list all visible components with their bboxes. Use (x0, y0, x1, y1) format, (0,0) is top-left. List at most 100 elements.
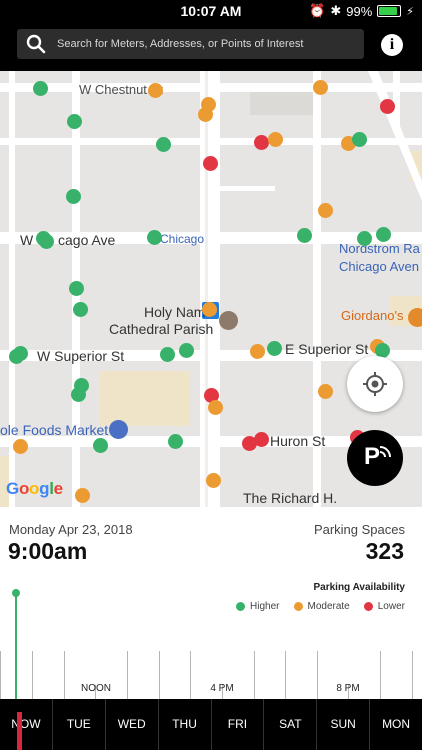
map-label-w-superior: W Superior St (37, 348, 125, 364)
meter-dot[interactable] (155, 136, 171, 152)
map-label-giordanos: Giordano's (341, 308, 404, 323)
map-label-e-superior: E Superior St (285, 341, 369, 357)
day-tab-mon[interactable]: MON (369, 699, 422, 750)
meter-dot[interactable] (12, 345, 28, 361)
parking-spaces-count: 323 (365, 538, 404, 564)
tick-label-noon: NOON (81, 683, 111, 694)
meter-dot[interactable] (70, 386, 86, 402)
map-label-chicago-station: Chicago (160, 232, 205, 246)
search-placeholder: Search for Meters, Addresses, or Points … (57, 38, 304, 50)
legend-higher-label: Higher (250, 601, 280, 612)
meter-dot[interactable] (38, 233, 54, 249)
day-tab-now[interactable]: NOW (0, 699, 52, 750)
day-tab-sat[interactable]: SAT (263, 699, 316, 750)
legend-lower: Lower (363, 601, 405, 612)
tick (0, 651, 1, 699)
map-label-nordstrom-b: Chicago Aven (339, 259, 419, 274)
legend-higher: Higher (236, 601, 280, 612)
meter-dot[interactable] (205, 472, 221, 488)
meter-dot[interactable] (74, 487, 90, 503)
locate-me-button[interactable] (347, 356, 403, 412)
meter-dot[interactable] (202, 155, 218, 171)
day-tab-wed[interactable]: WED (104, 699, 158, 750)
meter-dot[interactable] (201, 301, 217, 317)
legend-lower-label: Lower (377, 601, 405, 612)
google-logo: Google (6, 479, 63, 498)
selected-date: Monday Apr 23, 2018 (9, 522, 133, 537)
selected-time: 9:00am (8, 538, 88, 564)
meter-dot[interactable] (266, 340, 282, 356)
meter-dot[interactable] (379, 98, 395, 114)
crosshair-icon (363, 372, 387, 396)
meter-dot[interactable] (249, 343, 265, 359)
meter-dot[interactable] (65, 188, 81, 204)
status-icons: ⏰ ✱ 99% ⚡ (309, 3, 414, 19)
map-label-whole-foods: ole Foods Market (0, 422, 109, 438)
tick (254, 651, 255, 699)
availability-legend: Higher Moderate Lower (236, 601, 405, 612)
legend-moderate-dot (293, 602, 303, 611)
meter-dot[interactable] (159, 346, 175, 362)
battery-percent: 99% (346, 3, 373, 19)
tick-label-4pm: 4 PM (210, 683, 234, 694)
tick (190, 651, 191, 699)
legend-moderate: Moderate (293, 601, 350, 612)
parking-spaces-label: Parking Spaces (313, 522, 405, 537)
meter-dot[interactable] (32, 80, 48, 96)
meter-dot[interactable] (147, 82, 163, 98)
tick (412, 651, 413, 699)
meter-dot[interactable] (92, 437, 108, 453)
meter-dot[interactable] (351, 131, 367, 147)
meter-dot[interactable] (356, 230, 372, 246)
meter-dot[interactable] (167, 433, 183, 449)
time-indicator (15, 592, 17, 699)
meter-dot[interactable] (207, 399, 223, 415)
day-tab-tue[interactable]: TUE (51, 699, 105, 750)
map-label-holy-name-b: Cathedral Parish (109, 321, 214, 337)
alarm-icon: ⏰ (309, 3, 326, 18)
meter-dot[interactable] (12, 438, 28, 454)
day-tab-sun[interactable]: SUN (316, 699, 369, 750)
tick (64, 651, 65, 699)
restaurant-icon (408, 308, 422, 327)
availability-title: Parking Availability (313, 582, 405, 593)
tick-label-8pm: 8 PM (336, 683, 360, 694)
search-icon (26, 34, 46, 54)
tick (32, 651, 33, 699)
parking-button[interactable]: P (347, 430, 403, 486)
search-input[interactable]: Search for Meters, Addresses, or Points … (17, 29, 364, 59)
legend-higher-dot (236, 602, 246, 611)
current-day-marker (17, 712, 22, 750)
map-label-nordstrom-a: Nordstrom Ra (339, 241, 420, 256)
meter-dot[interactable] (317, 202, 333, 218)
meter-dot[interactable] (296, 227, 312, 243)
meter-dot[interactable] (312, 79, 328, 95)
signal-icon (379, 446, 391, 458)
meter-dot[interactable] (253, 134, 269, 150)
legend-lower-dot (363, 602, 373, 611)
meter-dot[interactable] (317, 383, 333, 399)
battery-icon (377, 5, 402, 17)
meter-dot[interactable] (253, 431, 269, 447)
map-label-chicago-ave-b: cago Ave (58, 232, 116, 248)
meter-dot[interactable] (146, 229, 162, 245)
top-bar: 10:07 AM ⏰ ✱ 99% ⚡ Search for Meters, Ad… (0, 0, 422, 71)
map-label-huron: Huron St (270, 433, 326, 449)
meter-dot[interactable] (197, 106, 213, 122)
map-label-richard: The Richard H. (243, 490, 338, 506)
tick (159, 651, 160, 699)
info-button[interactable]: i (381, 34, 403, 56)
day-tab-fri[interactable]: FRI (210, 699, 264, 750)
meter-dot[interactable] (66, 113, 82, 129)
tick (317, 651, 318, 699)
day-selector: NOW TUE WED THU FRI SAT SUN MON (0, 699, 422, 750)
meter-dot[interactable] (178, 342, 194, 358)
day-tab-thu[interactable]: THU (157, 699, 211, 750)
meter-dot[interactable] (267, 131, 283, 147)
church-icon (219, 311, 238, 330)
charging-icon: ⚡ (406, 5, 414, 18)
shopping-cart-icon (109, 420, 128, 439)
meter-dot[interactable] (375, 226, 391, 242)
meter-dot[interactable] (68, 280, 84, 296)
meter-dot[interactable] (72, 301, 88, 317)
